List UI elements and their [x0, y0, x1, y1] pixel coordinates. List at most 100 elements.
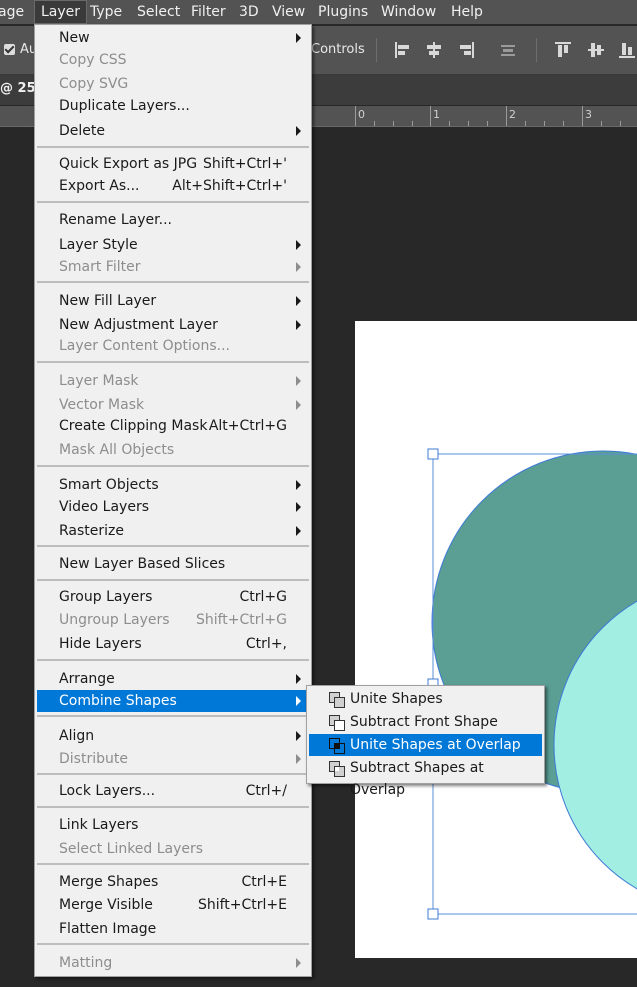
menu-item-label: Copy CSS [59, 52, 127, 68]
menu-item-rename-layer[interactable]: Rename Layer... [37, 209, 309, 231]
menu-item-hide-layers[interactable]: Hide Layers Ctrl+, [37, 633, 309, 655]
submenu-item-unite-shapes-at-overlap[interactable]: Unite Shapes at Overlap [309, 734, 542, 756]
menu-separator [37, 465, 309, 467]
submenu-arrow-icon [296, 502, 301, 512]
menu-separator [37, 863, 309, 865]
menu-item-shortcut: Shift+Ctrl+G [195, 612, 287, 628]
submenu-arrow-icon [296, 240, 301, 250]
menu-item-label: Layer Style [59, 237, 138, 253]
menu-separator [37, 545, 309, 547]
menu-item-new-layer-based-slices[interactable]: New Layer Based Slices [37, 553, 309, 575]
menu-item-layer-content-options[interactable]: Layer Content Options... [37, 335, 309, 357]
subtract-at-overlap-icon [329, 761, 345, 777]
menu-item-label: New [59, 30, 90, 46]
menu-item-label: Rename Layer... [59, 212, 172, 228]
submenu-item-label: Subtract Front Shape [350, 714, 498, 730]
menu-item-flatten-image[interactable]: Flatten Image [37, 918, 309, 940]
layer-menu-dropdown: New Copy CSS Copy SVG Duplicate Layers..… [34, 24, 312, 977]
menu-item-label: Mask All Objects [59, 442, 175, 458]
menu-item-label: Delete [59, 123, 105, 139]
menu-item-smart-objects[interactable]: Smart Objects [37, 474, 309, 496]
menu-item-new[interactable]: New [37, 27, 309, 49]
menu-item-label: Export As... [59, 178, 140, 194]
menu-item-link-layers[interactable]: Link Layers [37, 814, 309, 836]
menu-item-shortcut: Alt+Shift+Ctrl+' [172, 178, 287, 194]
menu-item-label: Copy SVG [59, 76, 129, 92]
menu-item-shortcut: Ctrl+/ [245, 783, 287, 799]
menu-item-label: Merge Visible [59, 897, 153, 913]
menu-separator [37, 361, 309, 363]
menu-item-group-layers[interactable]: Group Layers Ctrl+G [37, 586, 309, 608]
menu-item-copy-svg[interactable]: Copy SVG [37, 73, 309, 95]
menu-item-merge-shapes[interactable]: Merge Shapes Ctrl+E [37, 871, 309, 893]
menu-item-label: Quick Export as JPG [59, 156, 198, 172]
menu-item-label: Lock Layers... [59, 783, 156, 799]
menu-item-select-linked-layers[interactable]: Select Linked Layers [37, 838, 309, 860]
menu-item-distribute[interactable]: Distribute [37, 748, 309, 770]
submenu-arrow-icon [296, 400, 301, 410]
menu-item-video-layers[interactable]: Video Layers [37, 496, 309, 518]
menu-item-label: Link Layers [59, 817, 139, 833]
transform-handle[interactable] [427, 448, 439, 460]
submenu-arrow-icon [296, 754, 301, 764]
submenu-item-subtract-front-shape[interactable]: Subtract Front Shape [309, 711, 542, 733]
menu-item-shortcut: Shift+Ctrl+' [202, 156, 287, 172]
menu-item-new-fill-layer[interactable]: New Fill Layer [37, 290, 309, 312]
menu-item-combine-shapes[interactable]: Combine Shapes [37, 690, 309, 712]
submenu-arrow-icon [296, 480, 301, 490]
menu-item-shortcut: Ctrl+G [239, 589, 288, 605]
menu-item-shortcut: Shift+Ctrl+E [197, 897, 287, 913]
menu-item-mask-all-objects[interactable]: Mask All Objects [37, 439, 309, 461]
submenu-item-label: Unite Shapes at Overlap [350, 737, 521, 753]
menu-separator [37, 659, 309, 661]
menu-item-vector-mask[interactable]: Vector Mask [37, 394, 309, 416]
menu-separator [37, 806, 309, 808]
menu-item-label: Rasterize [59, 523, 125, 539]
menu-item-new-adjustment-layer[interactable]: New Adjustment Layer [37, 314, 309, 336]
transform-handle[interactable] [427, 908, 439, 920]
menu-item-label: Align [59, 728, 95, 744]
menu-item-delete[interactable]: Delete [37, 120, 309, 142]
menu-item-label: New Layer Based Slices [59, 556, 226, 572]
menu-separator [37, 281, 309, 283]
menu-item-label: Vector Mask [59, 397, 145, 413]
submenu-arrow-icon [296, 958, 301, 968]
menu-item-layer-style[interactable]: Layer Style [37, 234, 309, 256]
menu-item-label: Ungroup Layers [59, 612, 170, 628]
submenu-item-subtract-shapes-at-overlap[interactable]: Subtract Shapes at Overlap [309, 757, 542, 798]
menu-item-label: Matting [59, 955, 113, 971]
submenu-item-label: Unite Shapes [350, 691, 443, 707]
menu-item-duplicate-layers[interactable]: Duplicate Layers... [37, 95, 309, 117]
unite-at-overlap-icon [329, 738, 345, 754]
submenu-item-unite-shapes[interactable]: Unite Shapes [309, 688, 542, 710]
menu-item-quick-export-jpg[interactable]: Quick Export as JPG Shift+Ctrl+' [37, 153, 309, 175]
menu-item-align[interactable]: Align [37, 725, 309, 747]
menu-item-label: Combine Shapes [59, 693, 177, 709]
menu-item-export-as[interactable]: Export As... Alt+Shift+Ctrl+' [37, 175, 309, 197]
menu-item-label: Create Clipping Mask [59, 418, 208, 434]
menu-item-shortcut: Alt+Ctrl+G [208, 418, 287, 434]
menu-separator [37, 146, 309, 148]
menu-item-merge-visible[interactable]: Merge Visible Shift+Ctrl+E [37, 894, 309, 916]
submenu-arrow-icon [296, 33, 301, 43]
menu-item-copy-css[interactable]: Copy CSS [37, 49, 309, 71]
menu-item-label: Smart Filter [59, 259, 141, 275]
menu-item-smart-filter[interactable]: Smart Filter [37, 256, 309, 278]
menu-item-matting[interactable]: Matting [37, 952, 309, 974]
menu-item-label: New Fill Layer [59, 293, 157, 309]
menu-separator [37, 943, 309, 945]
menu-item-ungroup-layers[interactable]: Ungroup Layers Shift+Ctrl+G [37, 609, 309, 631]
menu-item-label: Smart Objects [59, 477, 159, 493]
menu-item-shortcut: Ctrl+E [241, 874, 288, 890]
menu-separator [37, 773, 309, 775]
menu-item-label: Flatten Image [59, 921, 157, 937]
submenu-item-label: Subtract Shapes at Overlap [350, 760, 484, 798]
menu-item-arrange[interactable]: Arrange [37, 668, 309, 690]
menu-item-layer-mask[interactable]: Layer Mask [37, 370, 309, 392]
menu-item-rasterize[interactable]: Rasterize [37, 520, 309, 542]
menu-item-create-clipping-mask[interactable]: Create Clipping Mask Alt+Ctrl+G [37, 415, 309, 437]
menu-item-shortcut: Ctrl+, [245, 636, 287, 652]
menu-item-label: Arrange [59, 671, 115, 687]
combine-shapes-submenu: Unite Shapes Subtract Front Shape Unite … [306, 685, 545, 798]
menu-item-lock-layers[interactable]: Lock Layers... Ctrl+/ [37, 780, 309, 802]
